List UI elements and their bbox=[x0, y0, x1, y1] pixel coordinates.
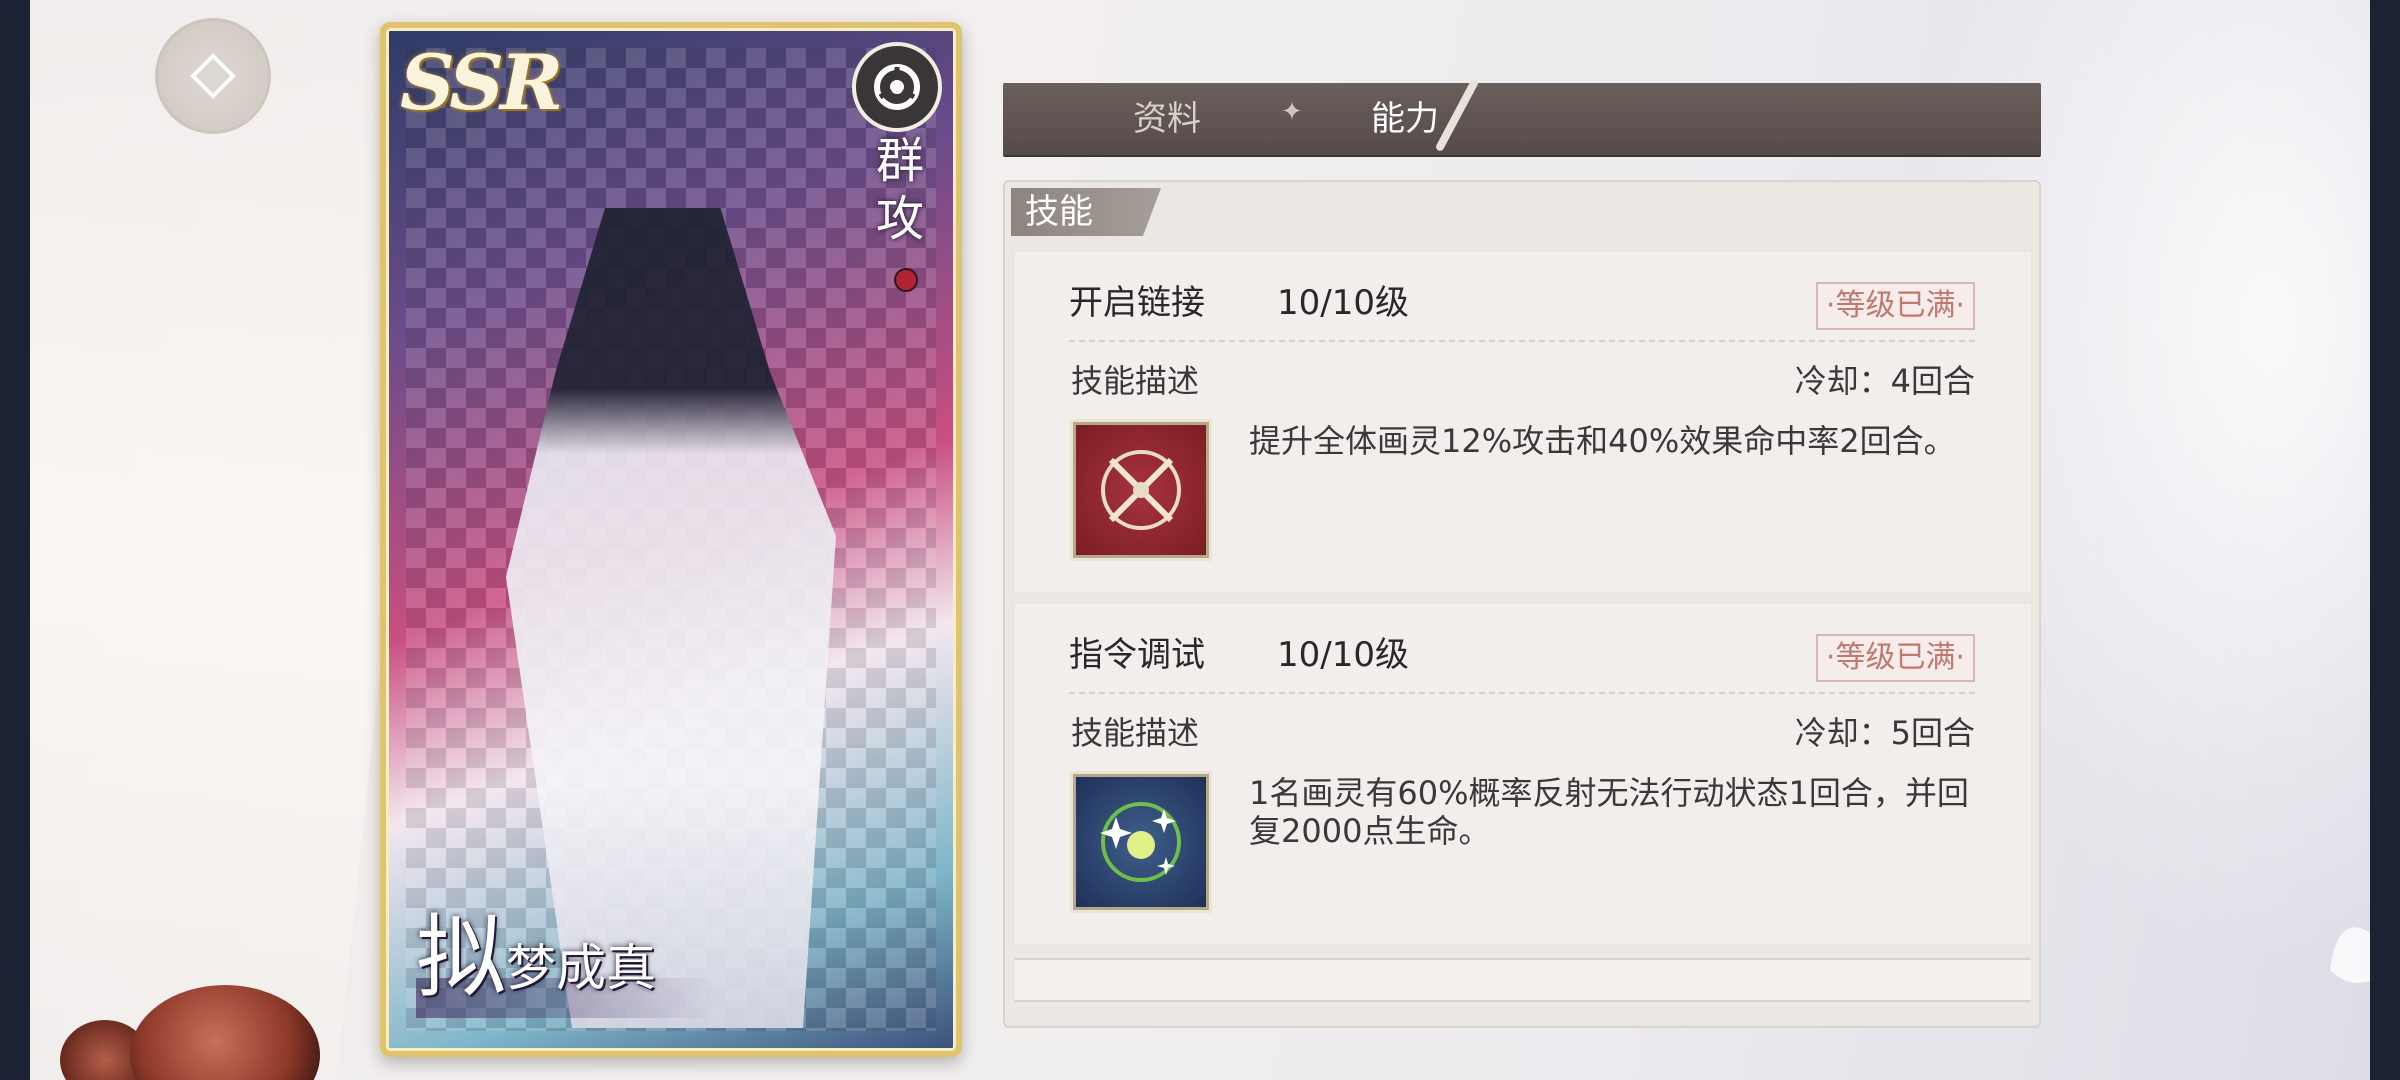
card-title-small: 梦成真 bbox=[506, 939, 656, 997]
skill-item: 开启链接 10/10级 ·等级已满· 技能描述 冷却：4回合 提升全体画灵12%… bbox=[1015, 252, 2031, 592]
skill-desc-label: 技能描述 bbox=[1071, 714, 1200, 752]
skill-cooldown: 冷却：5回合 bbox=[1794, 714, 1975, 752]
skill-level: 10/10级 bbox=[1277, 283, 1409, 323]
panel-footer bbox=[1015, 958, 2031, 1002]
skill-level: 10/10级 bbox=[1277, 635, 1409, 675]
tab-separator-icon: ✦ bbox=[1281, 97, 1303, 127]
group-attack-icon bbox=[852, 42, 942, 132]
card-title-big: 拟 bbox=[416, 905, 506, 1010]
rarity-label: SSR bbox=[400, 38, 563, 127]
level-max-badge: ·等级已满· bbox=[1815, 282, 1975, 330]
character-card[interactable]: SSR 群攻 拟 梦成真 bbox=[380, 22, 962, 1057]
skill-cooldown: 冷却：4回合 bbox=[1794, 362, 1975, 400]
butterfly-decoration bbox=[2330, 927, 2370, 983]
sparkle-orb-icon[interactable] bbox=[1073, 774, 1209, 910]
rose-decoration bbox=[130, 985, 320, 1080]
tab-bar: 资料 ✦ 能力 bbox=[1003, 77, 2041, 155]
emblem-icon bbox=[155, 18, 271, 134]
crossed-swords-icon[interactable] bbox=[1073, 422, 1209, 558]
panel-tag-label: 技能 bbox=[1025, 192, 1093, 232]
tab-ability[interactable]: 能力 bbox=[1371, 95, 1439, 143]
skills-panel: 技能 开启链接 10/10级 ·等级已满· 技能描述 冷却：4回合 提升全体画灵… bbox=[1003, 180, 2041, 1028]
element-dot bbox=[894, 268, 918, 292]
panel-tag: 技能 bbox=[1011, 188, 1161, 236]
divider bbox=[1069, 340, 1975, 342]
divider bbox=[1069, 692, 1975, 694]
skill-desc-label: 技能描述 bbox=[1071, 362, 1200, 400]
card-title: 拟 梦成真 bbox=[416, 908, 656, 1008]
class-label: 群攻 bbox=[875, 133, 924, 247]
level-max-badge: ·等级已满· bbox=[1815, 634, 1975, 682]
quill-icon bbox=[1434, 77, 1480, 153]
skill-name: 指令调试 bbox=[1069, 635, 1205, 675]
skill-item: 指令调试 10/10级 ·等级已满· 技能描述 冷却：5回合 1名画灵有60%概… bbox=[1015, 604, 2031, 944]
skill-name: 开启链接 bbox=[1069, 283, 1205, 323]
skill-description: 提升全体画灵12%攻击和40%效果命中率2回合。 bbox=[1249, 422, 1956, 460]
skill-description: 1名画灵有60%概率反射无法行动状态1回合，并回复2000点生命。 bbox=[1249, 774, 1969, 850]
tab-profile[interactable]: 资料 bbox=[1133, 95, 1201, 143]
